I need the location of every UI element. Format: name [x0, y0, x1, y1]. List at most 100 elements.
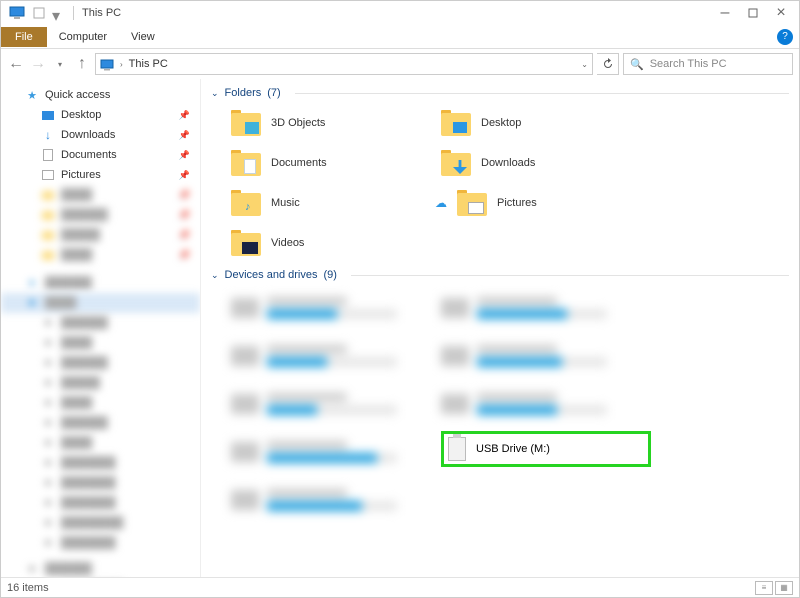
sidebar-item-blurred[interactable]: ■██████ — [1, 413, 200, 433]
folder-label: Desktop — [481, 117, 521, 129]
status-item-count: 16 items — [7, 582, 49, 594]
sidebar-label: Documents — [61, 149, 117, 161]
folder-documents[interactable]: Documents — [231, 145, 441, 181]
maximize-button[interactable] — [739, 1, 767, 25]
qat-dropdown-icon[interactable]: ▾ — [52, 6, 66, 20]
sidebar-item-blurred[interactable]: ■█████ — [1, 373, 200, 393]
back-button[interactable]: ← — [7, 55, 25, 73]
sidebar-item-blurred[interactable]: ■███████ — [1, 493, 200, 513]
sidebar-item-blurred[interactable]: ■███████ — [1, 473, 200, 493]
divider — [295, 93, 789, 94]
search-input[interactable]: 🔍 Search This PC — [623, 53, 793, 75]
pin-icon: 📌 — [179, 130, 190, 141]
star-icon: ★ — [25, 88, 39, 102]
close-button[interactable]: × — [767, 1, 795, 25]
sidebar-label: Downloads — [61, 129, 115, 141]
folder-label: Pictures — [497, 197, 537, 209]
drive-label: USB Drive (M:) — [476, 443, 550, 455]
sidebar-item-blurred[interactable]: ■████████ — [1, 513, 200, 533]
tab-view[interactable]: View — [119, 27, 167, 47]
chevron-down-icon: ⌄ — [211, 88, 219, 99]
group-header-folders[interactable]: ⌄ Folders (7) — [211, 87, 789, 99]
pin-icon: 📌 — [179, 110, 190, 121]
minimize-button[interactable]: – — [711, 1, 739, 25]
sidebar-item-blurred[interactable]: ■██████ — [1, 313, 200, 333]
address-bar: ← → ▾ ↑ › This PC ⌄ 🔍 Search This PC — [1, 49, 799, 79]
drive-usb-m[interactable]: USB Drive (M:) — [441, 431, 651, 467]
recent-dropdown-icon[interactable]: ▾ — [51, 55, 69, 73]
divider — [351, 275, 789, 276]
sidebar-item-blurred-selected[interactable]: ■████ — [1, 293, 200, 313]
status-bar: 16 items ≡ ▦ — [1, 577, 799, 597]
group-header-drives[interactable]: ⌄ Devices and drives (9) — [211, 269, 789, 281]
drive-blurred[interactable] — [231, 479, 441, 521]
sidebar-item-documents[interactable]: Documents 📌 — [1, 145, 200, 165]
sidebar-item-blurred[interactable]: ●██████ — [1, 273, 200, 293]
folder-label: Downloads — [481, 157, 535, 169]
drive-blurred[interactable] — [231, 383, 441, 425]
folder-desktop[interactable]: Desktop — [441, 105, 651, 141]
sidebar-item-blurred[interactable]: ■████ — [1, 393, 200, 413]
this-pc-icon — [9, 6, 25, 20]
sidebar-item-blurred[interactable]: ■██████ — [1, 353, 200, 373]
folder-downloads[interactable]: Downloads — [441, 145, 651, 181]
sidebar-item-blurred[interactable]: ████📌 — [1, 185, 200, 205]
chevron-down-icon: ⌄ — [211, 270, 219, 281]
sidebar-item-blurred[interactable]: ■███████ — [1, 533, 200, 553]
sidebar-item-blurred[interactable]: ████📌 — [1, 245, 200, 265]
drive-blurred[interactable] — [231, 287, 441, 329]
sidebar-item-blurred[interactable]: ■████ — [1, 333, 200, 353]
sidebar-item-downloads[interactable]: ↓ Downloads 📌 — [1, 125, 200, 145]
view-details-button[interactable]: ≡ — [755, 581, 773, 595]
sidebar-item-desktop[interactable]: Desktop 📌 — [1, 105, 200, 125]
view-tiles-button[interactable]: ▦ — [775, 581, 793, 595]
folder-icon — [441, 110, 471, 136]
search-placeholder: Search This PC — [650, 58, 727, 70]
folder-icon — [441, 150, 471, 176]
group-count: (9) — [323, 269, 336, 281]
chevron-right-icon: › — [120, 60, 123, 69]
drive-blurred[interactable] — [441, 383, 651, 425]
folder-label: Documents — [271, 157, 327, 169]
refresh-button[interactable] — [597, 53, 619, 75]
sidebar-item-blurred[interactable]: ■████ — [1, 433, 200, 453]
sidebar-item-blurred[interactable]: ■██████ — [1, 559, 200, 577]
group-label: Devices and drives — [225, 269, 318, 281]
sidebar-item-blurred[interactable]: ■███████ — [1, 453, 200, 473]
folder-icon — [231, 230, 261, 256]
drive-blurred[interactable] — [231, 431, 441, 473]
drive-blurred[interactable] — [441, 335, 651, 377]
tab-file[interactable]: File — [1, 27, 47, 47]
folder-pictures[interactable]: ☁ Pictures — [441, 185, 651, 221]
help-icon[interactable]: ? — [777, 29, 793, 45]
folder-icon — [231, 110, 261, 136]
forward-button[interactable]: → — [29, 55, 47, 73]
title-bar: ▾ This PC – × — [1, 1, 799, 25]
address-box[interactable]: › This PC ⌄ — [95, 53, 593, 75]
folder-label: Music — [271, 197, 300, 209]
folder-videos[interactable]: Videos — [231, 225, 441, 261]
cloud-icon: ☁ — [435, 196, 447, 210]
pin-icon: 📌 — [179, 170, 190, 181]
sidebar-item-pictures[interactable]: Pictures 📌 — [1, 165, 200, 185]
this-pc-icon — [100, 58, 114, 70]
folder-music[interactable]: ♪ Music — [231, 185, 441, 221]
drive-blurred[interactable] — [231, 335, 441, 377]
sidebar-item-blurred[interactable]: █████📌 — [1, 225, 200, 245]
up-button[interactable]: ↑ — [73, 55, 91, 73]
ribbon: File Computer View ? — [1, 25, 799, 49]
downloads-icon: ↓ — [41, 128, 55, 142]
pictures-icon — [41, 168, 55, 182]
sidebar-item-quick-access[interactable]: ★ Quick access — [1, 85, 200, 105]
tab-computer[interactable]: Computer — [47, 27, 119, 47]
documents-icon — [41, 148, 55, 162]
sidebar-item-blurred[interactable]: ██████📌 — [1, 205, 200, 225]
folder-3d-objects[interactable]: 3D Objects — [231, 105, 441, 141]
folder-icon — [231, 150, 261, 176]
drive-blurred[interactable] — [441, 287, 651, 329]
breadcrumb-this-pc[interactable]: This PC — [129, 58, 168, 70]
qat-placeholder-icon — [32, 6, 46, 20]
content-pane: ⌄ Folders (7) 3D Objects Desktop Documen… — [201, 79, 799, 577]
address-dropdown-icon[interactable]: ⌄ — [581, 60, 588, 69]
group-label: Folders — [225, 87, 262, 99]
